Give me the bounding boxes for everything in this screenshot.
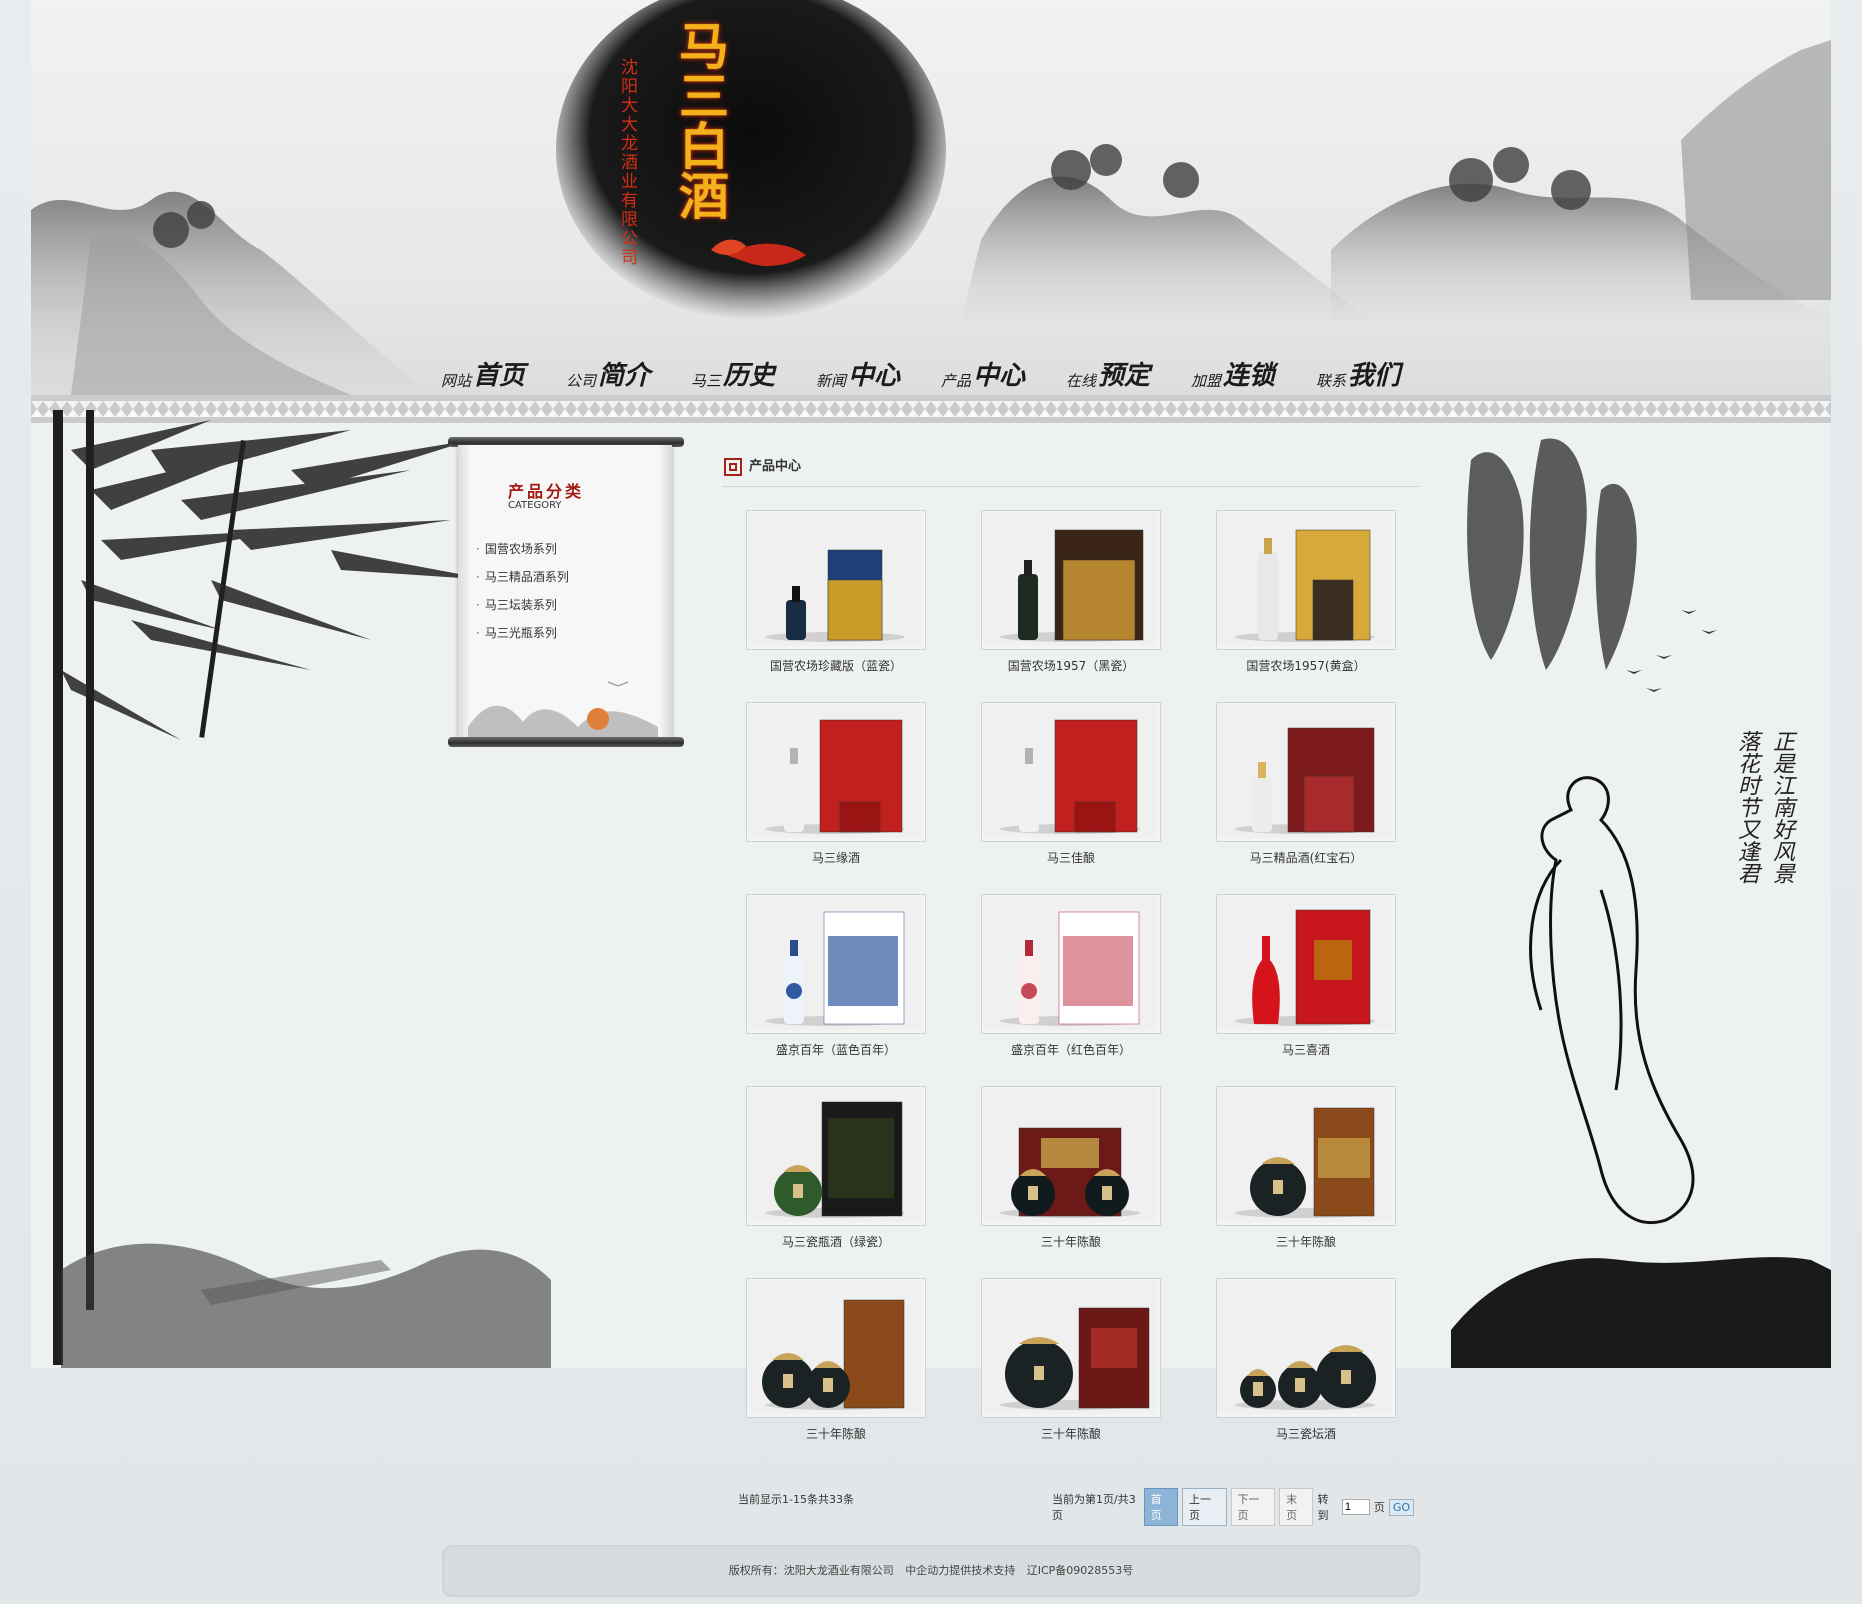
product-image[interactable] xyxy=(746,1278,926,1418)
prev-page-button[interactable]: 上一页 xyxy=(1182,1488,1227,1526)
pagination: 当前显示1-15条共33条 当前为第1页/共3页 首页 上一页 下一页 末页 转… xyxy=(736,1488,1414,1526)
product-image[interactable] xyxy=(1216,894,1396,1034)
product-grid: 国营农场珍藏版（蓝瓷） 国营农场1957（黑瓷） 国营农场1957(黄盒） 马三缘酒马… xyxy=(746,510,1400,1470)
page-unit-label: 页 xyxy=(1373,1501,1385,1514)
nav-item-home[interactable]: 网站 首页 xyxy=(441,352,566,392)
first-page-button[interactable]: 首页 xyxy=(1143,1488,1178,1526)
product-card[interactable]: 马三精品酒(红宝石） xyxy=(1216,702,1396,894)
scroll-paper: 产品分类 CATEGORY 国营农场系列 马三精品酒系列 马三坛装系列 马三光瓶… xyxy=(458,445,672,739)
category-sidebar: 产品分类 CATEGORY 国营农场系列 马三精品酒系列 马三坛装系列 马三光瓶… xyxy=(448,437,684,747)
product-image[interactable] xyxy=(1216,702,1396,842)
nav-item-products[interactable]: 产品 中心 xyxy=(941,352,1066,392)
nav-item-history[interactable]: 马三 历史 xyxy=(691,352,816,392)
product-image[interactable] xyxy=(1216,510,1396,650)
page-number-input[interactable] xyxy=(1341,1499,1370,1515)
product-card[interactable]: 马三喜酒 xyxy=(1216,894,1396,1086)
footer: 版权所有：沈阳大龙酒业有限公司 中企动力提供技术支持 辽ICP备09028553… xyxy=(442,1545,1420,1597)
page-status: 当前为第1页/共3页 xyxy=(1052,1493,1136,1522)
section-header: 产品中心 xyxy=(722,452,1420,487)
product-title[interactable]: 马三佳酿 xyxy=(981,850,1161,866)
brand-company-name: 沈阳大大龙酒业有限公司 xyxy=(617,58,637,267)
product-card[interactable]: 三十年陈酿 xyxy=(746,1278,926,1470)
product-image[interactable] xyxy=(746,510,926,650)
header: 一九五七年国营农场 古法酿造沈阳马三 马三白酒 沈阳大大龙酒业有限公司 网站首页 xyxy=(31,0,1831,395)
product-card[interactable]: 马三缘酒 xyxy=(746,702,926,894)
product-image[interactable] xyxy=(981,702,1161,842)
product-card[interactable]: 三十年陈酿 xyxy=(981,1086,1161,1278)
poem-line-1: 正是江南好风景 xyxy=(1769,730,1794,884)
product-image[interactable] xyxy=(981,510,1161,650)
product-title[interactable]: 盛京百年（红色百年） xyxy=(981,1042,1161,1058)
result-count: 当前显示1-15条共33条 xyxy=(738,1493,854,1506)
product-image[interactable] xyxy=(1216,1086,1396,1226)
poem-line-2: 落花时节又逢君 xyxy=(1734,730,1759,884)
category-list: 国营农场系列 马三精品酒系列 马三坛装系列 马三光瓶系列 xyxy=(476,535,569,647)
product-title[interactable]: 马三缘酒 xyxy=(746,850,926,866)
icp-link[interactable]: 辽ICP备09028553号 xyxy=(1027,1564,1134,1577)
product-card[interactable]: 国营农场珍藏版（蓝瓷） xyxy=(746,510,926,702)
section-title: 产品中心 xyxy=(749,459,802,474)
category-title: 产品分类 xyxy=(508,482,585,501)
copyright-text: 版权所有：沈阳大龙酒业有限公司 xyxy=(728,1564,894,1577)
product-image[interactable] xyxy=(746,1086,926,1226)
product-card[interactable]: 马三佳酿 xyxy=(981,702,1161,894)
category-subtitle: CATEGORY xyxy=(508,500,562,511)
product-card[interactable]: 盛京百年（蓝色百年） xyxy=(746,894,926,1086)
product-title[interactable]: 三十年陈酿 xyxy=(746,1426,926,1442)
product-title[interactable]: 三十年陈酿 xyxy=(981,1234,1161,1250)
product-card[interactable]: 盛京百年（红色百年） xyxy=(981,894,1161,1086)
category-item[interactable]: 马三坛装系列 xyxy=(476,591,569,619)
product-card[interactable]: 三十年陈酿 xyxy=(981,1278,1161,1470)
product-title[interactable]: 三十年陈酿 xyxy=(981,1426,1161,1442)
tech-support-text: 中企动力提供技术支持 xyxy=(905,1564,1016,1577)
product-title[interactable]: 马三喜酒 xyxy=(1216,1042,1396,1058)
product-title[interactable]: 马三瓷瓶酒（绿瓷） xyxy=(746,1234,926,1250)
product-title[interactable]: 马三瓷坛酒 xyxy=(1216,1426,1396,1442)
product-image[interactable] xyxy=(981,1086,1161,1226)
product-image[interactable] xyxy=(1216,1278,1396,1418)
nav-item-contact[interactable]: 联系 我们 xyxy=(1316,352,1441,392)
nav-item-news[interactable]: 新闻 中心 xyxy=(816,352,941,392)
main-nav: 网站 首页 公司 简介 马三 历史 新闻 中心 产品 中心 在线 预定 加盟 连锁 联系 我们 xyxy=(441,352,1441,392)
brand-title: 马三白酒 xyxy=(671,20,730,220)
product-title[interactable]: 三十年陈酿 xyxy=(1216,1234,1396,1250)
scroll-rod-bottom xyxy=(448,737,684,747)
nav-item-about[interactable]: 公司 简介 xyxy=(566,352,691,392)
category-item[interactable]: 马三光瓶系列 xyxy=(476,619,569,647)
product-image[interactable] xyxy=(981,1278,1161,1418)
product-title[interactable]: 盛京百年（蓝色百年） xyxy=(746,1042,926,1058)
poet-figure-illustration xyxy=(1451,438,1831,1368)
category-item[interactable]: 国营农场系列 xyxy=(476,535,569,563)
product-card[interactable]: 国营农场1957(黄盒） xyxy=(1216,510,1396,702)
last-page-button[interactable]: 末页 xyxy=(1279,1488,1314,1526)
product-image[interactable] xyxy=(746,894,926,1034)
product-title[interactable]: 马三精品酒(红宝石） xyxy=(1216,850,1396,866)
next-page-button[interactable]: 下一页 xyxy=(1230,1488,1276,1526)
goto-label: 转到 xyxy=(1317,1493,1329,1522)
product-title[interactable]: 国营农场1957(黄盒） xyxy=(1216,658,1396,674)
product-card[interactable]: 马三瓷坛酒 xyxy=(1216,1278,1396,1470)
product-title[interactable]: 国营农场珍藏版（蓝瓷） xyxy=(746,658,926,674)
product-title[interactable]: 国营农场1957（黑瓷） xyxy=(981,658,1161,674)
category-item[interactable]: 马三精品酒系列 xyxy=(476,563,569,591)
product-card[interactable]: 三十年陈酿 xyxy=(1216,1086,1396,1278)
scroll-landscape-decoration xyxy=(468,681,658,737)
go-button[interactable]: GO xyxy=(1388,1498,1414,1516)
product-card[interactable]: 马三瓷瓶酒（绿瓷） xyxy=(746,1086,926,1278)
ink-blot-logo-bg xyxy=(556,0,946,320)
square-spiral-icon xyxy=(724,458,742,476)
nav-item-franchise[interactable]: 加盟 连锁 xyxy=(1191,352,1316,392)
product-image[interactable] xyxy=(746,702,926,842)
nav-item-booking[interactable]: 在线 预定 xyxy=(1066,352,1191,392)
product-image[interactable] xyxy=(981,894,1161,1034)
product-card[interactable]: 国营农场1957（黑瓷） xyxy=(981,510,1161,702)
